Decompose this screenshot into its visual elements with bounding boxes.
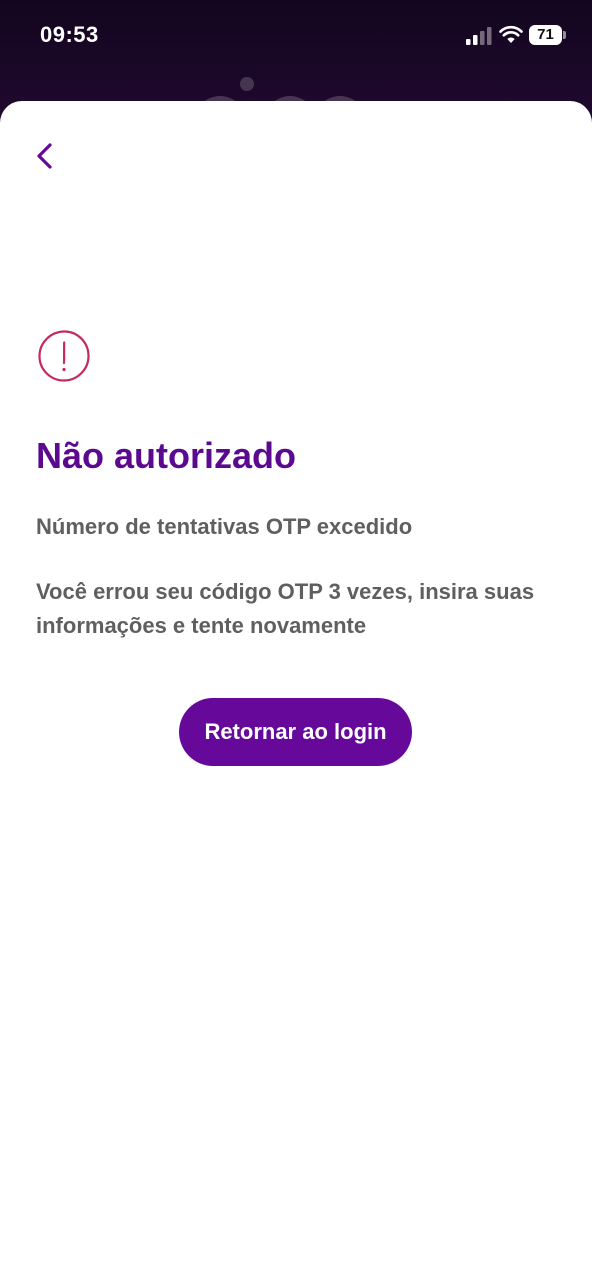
return-to-login-button[interactable]: Retornar ao login [179, 698, 412, 766]
back-button[interactable] [28, 137, 64, 177]
status-time: 09:53 [40, 22, 99, 47]
content-sheet: Não autorizado Número de tentativas OTP … [0, 101, 592, 1280]
battery-tip [563, 31, 566, 39]
exclamation-circle-icon [38, 330, 90, 382]
wifi-icon [499, 25, 523, 43]
error-description: Você errou seu código OTP 3 vezes, insir… [36, 579, 535, 638]
battery-level: 71 [537, 26, 554, 43]
chevron-left-icon [37, 143, 52, 169]
page-title: Não autorizado [36, 435, 297, 476]
cellular-signal-icon [466, 27, 492, 45]
error-subtitle: Número de tentativas OTP excedido [36, 514, 413, 539]
battery-icon: 71 [529, 25, 567, 45]
status-bar: 09:53 71 [0, 0, 592, 72]
